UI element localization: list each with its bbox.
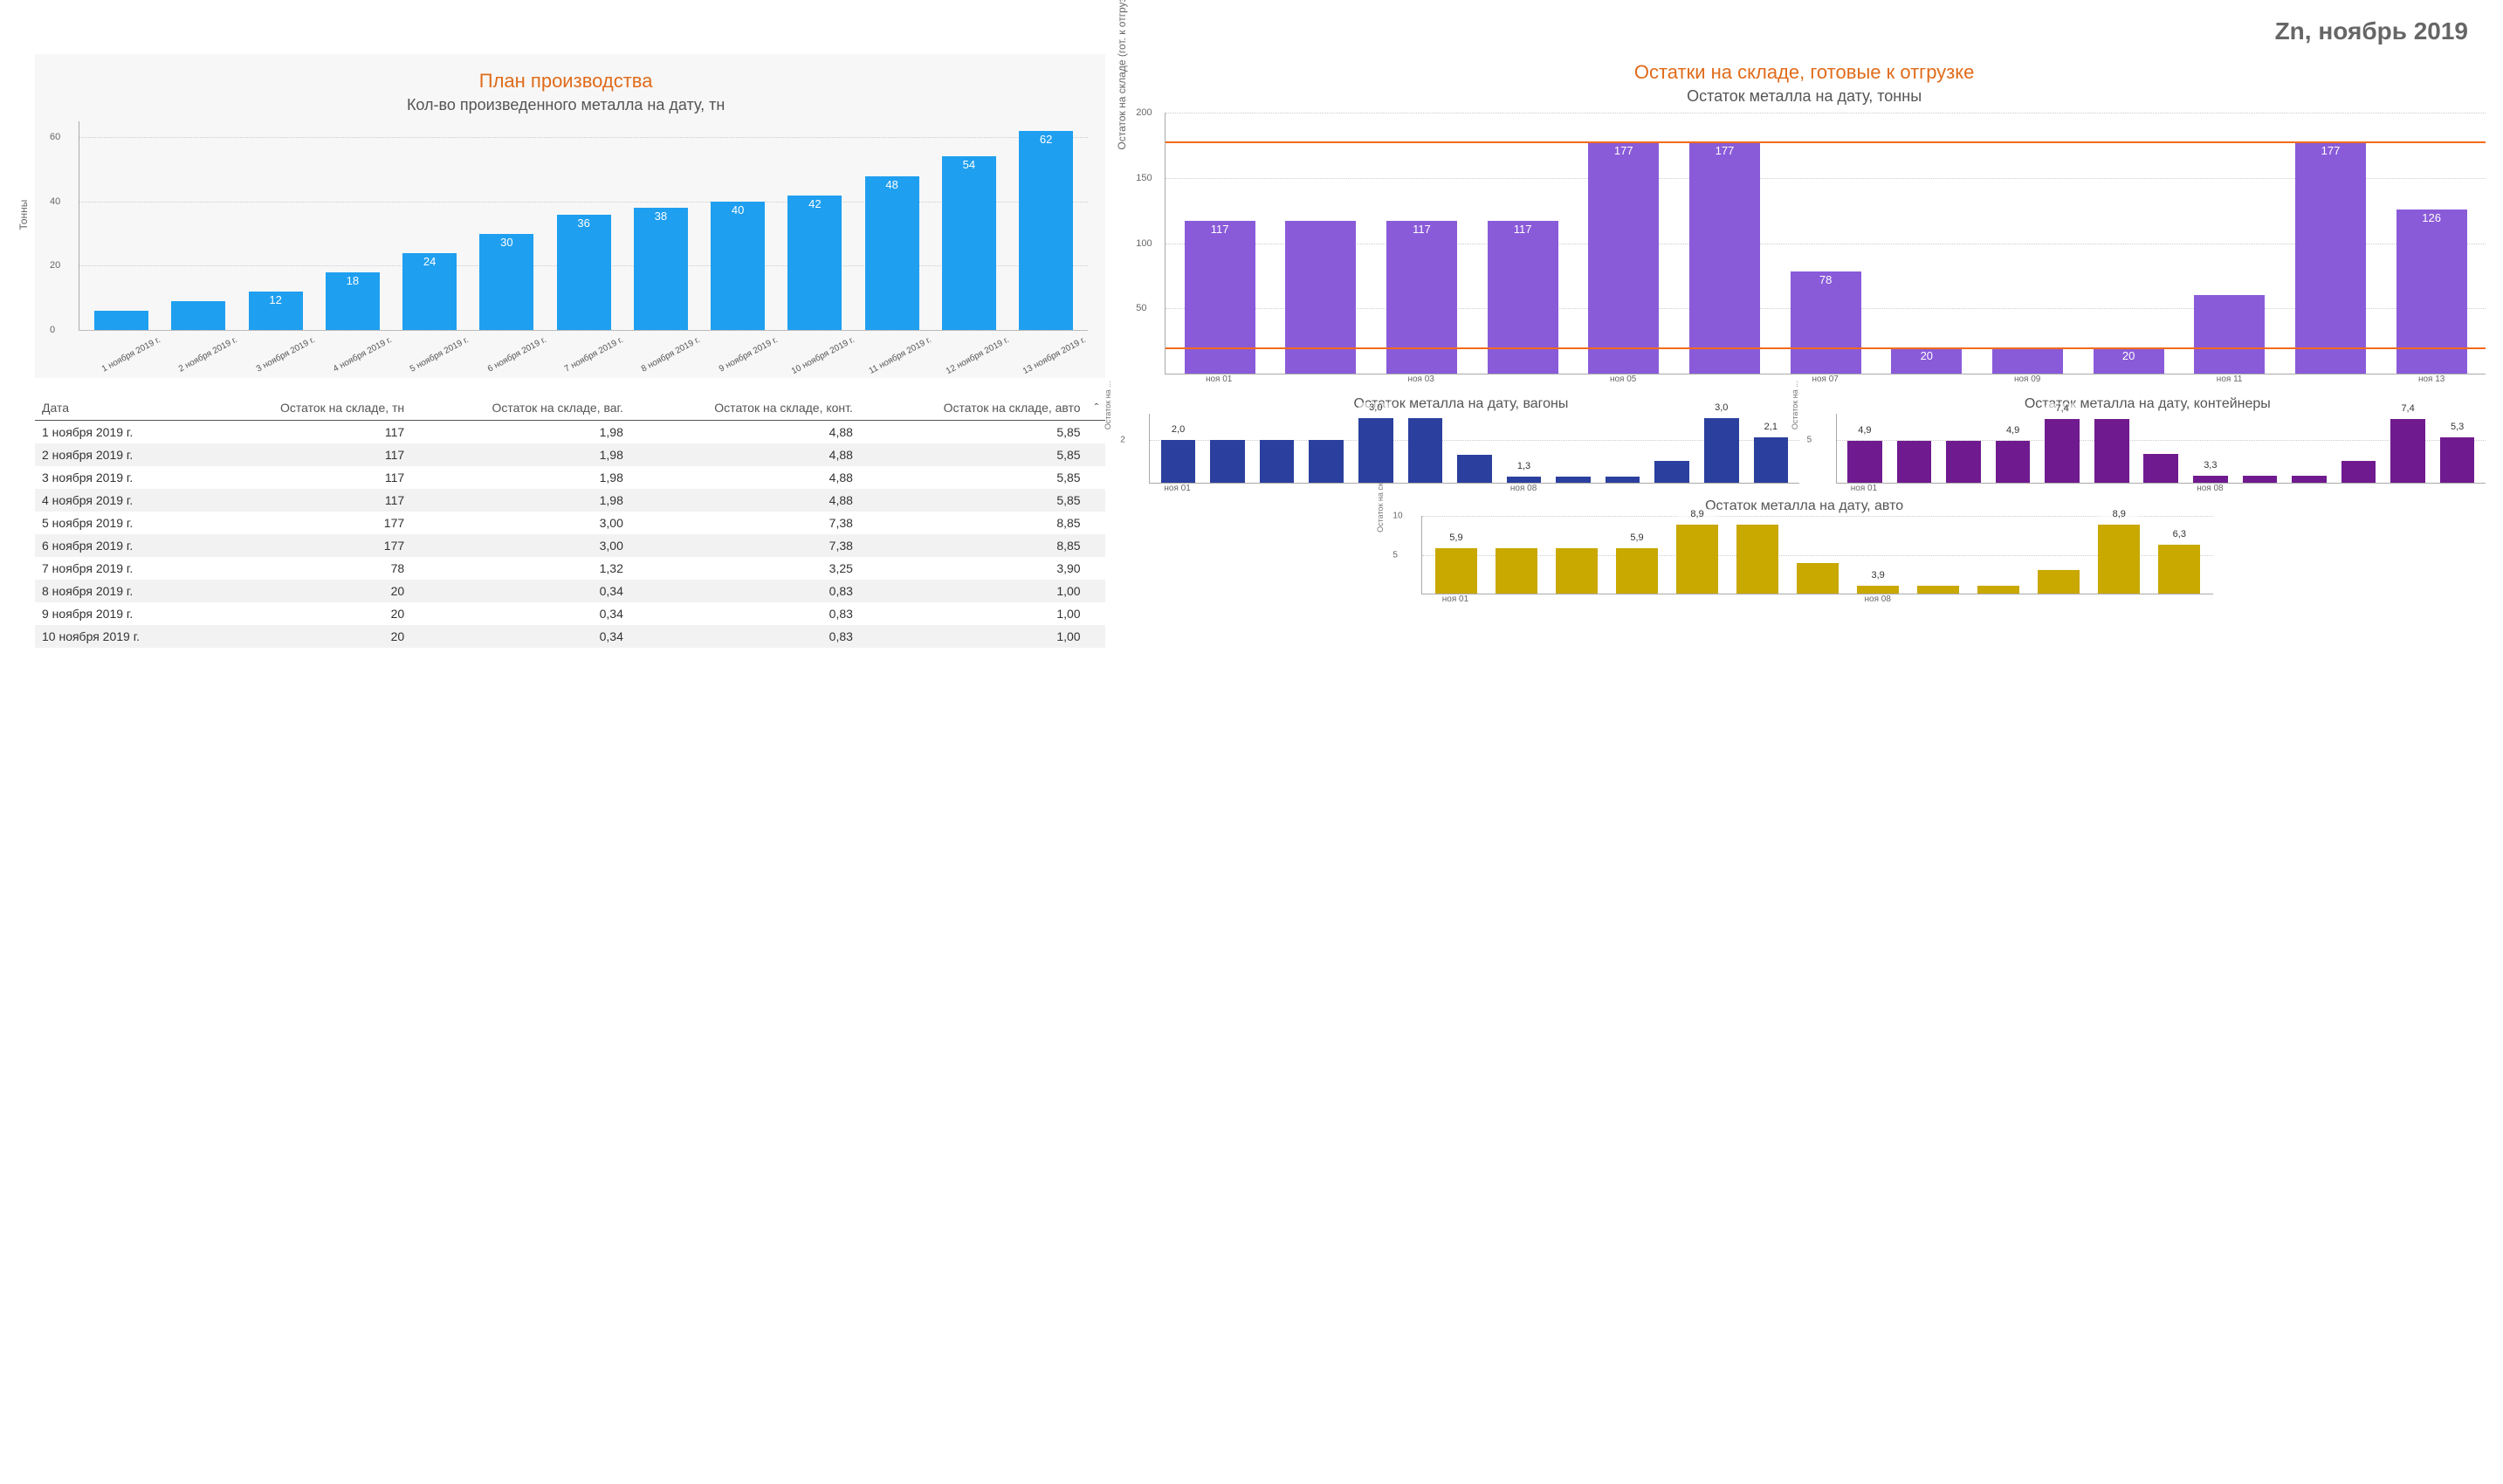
bar[interactable] <box>1556 548 1598 594</box>
bar[interactable] <box>171 301 225 330</box>
table-row[interactable]: 3 ноября 2019 г.1171,984,885,85 <box>35 466 1105 489</box>
stock-table[interactable]: Дата Остаток на складе, тн Остаток на ск… <box>35 395 1105 648</box>
bar[interactable]: 3,0 <box>1358 418 1393 483</box>
bar[interactable]: 54 <box>942 156 996 330</box>
table-row[interactable]: 1 ноября 2019 г.1171,984,885,85 <box>35 421 1105 444</box>
bar[interactable]: 12 <box>249 292 303 330</box>
bar[interactable] <box>1917 586 1959 594</box>
bar[interactable] <box>2194 295 2265 374</box>
bar[interactable]: 2,1 <box>1754 437 1789 483</box>
production-panel: План производства Кол-во произведенного … <box>35 54 1105 378</box>
bar[interactable] <box>1946 441 1981 483</box>
stock-ylabel: Остаток на складе (гот. к отгрузке) на э… <box>1116 0 1128 149</box>
bar[interactable]: 4,9 <box>1996 441 2031 483</box>
table-row[interactable]: 7 ноября 2019 г.781,323,253,90 <box>35 557 1105 580</box>
bar[interactable]: 2,0 <box>1161 440 1196 483</box>
bar[interactable] <box>2038 570 2080 594</box>
bar[interactable] <box>2243 476 2278 483</box>
bar[interactable] <box>1210 440 1245 483</box>
table-row[interactable]: 6 ноября 2019 г.1773,007,388,85 <box>35 534 1105 557</box>
stock-heading: Остатки на складе, готовые к отгрузке <box>1123 61 2486 84</box>
bar[interactable]: 3,9 <box>1857 586 1899 594</box>
bar[interactable] <box>1606 477 1640 483</box>
bar[interactable]: 3,3 <box>2193 476 2228 483</box>
bar[interactable] <box>1897 441 1932 483</box>
bar[interactable]: 117 <box>1488 221 1558 374</box>
bar[interactable]: 18 <box>326 272 380 330</box>
bar[interactable]: 20 <box>2094 347 2164 374</box>
stock-subtitle: Остаток металла на дату, тонны <box>1123 87 2486 106</box>
bar[interactable] <box>1457 455 1492 483</box>
bar[interactable] <box>1556 477 1591 483</box>
bar[interactable] <box>1285 221 1356 374</box>
bar[interactable] <box>1992 347 2063 374</box>
page-title: Zn, ноябрь 2019 <box>35 17 2468 45</box>
bar[interactable]: 5,9 <box>1616 548 1658 594</box>
production-chart[interactable]: 02040601218243036384042485462 <box>79 121 1088 331</box>
bar[interactable]: 30 <box>479 234 533 330</box>
bar[interactable] <box>1977 586 2019 594</box>
containers-chart[interactable]: 54,94,97,43,37,45,3 <box>1836 414 2486 484</box>
production-ylabel: Тонны <box>17 200 30 230</box>
bar[interactable]: 177 <box>2295 142 2366 374</box>
th-avto[interactable]: Остаток на складе, авто <box>860 395 1088 421</box>
bar[interactable]: 40 <box>711 202 765 330</box>
auto-ylabel: Остаток на ск... <box>1376 476 1385 532</box>
bar[interactable] <box>1654 461 1689 483</box>
bar[interactable]: 3,0 <box>1704 418 1739 483</box>
bar[interactable]: 177 <box>1588 142 1659 374</box>
containers-title: Остаток металла на дату, контейнеры <box>1810 396 2486 412</box>
auto-chart[interactable]: 5105,95,98,93,98,96,3 <box>1421 516 2212 594</box>
bar[interactable]: 8,9 <box>2098 525 2140 594</box>
bar[interactable]: 20 <box>1891 347 1962 374</box>
th-date[interactable]: Дата <box>35 395 203 421</box>
bar[interactable]: 7,4 <box>2045 419 2080 483</box>
table-row[interactable]: 8 ноября 2019 г.200,340,831,00 <box>35 580 1105 602</box>
bar[interactable] <box>94 311 148 330</box>
bar[interactable]: 117 <box>1185 221 1255 374</box>
bar[interactable]: 7,4 <box>2390 419 2425 483</box>
auto-title: Остаток металла на дату, авто <box>1395 498 2212 514</box>
bar[interactable] <box>1309 440 1344 483</box>
wagons-ylabel: Остаток на ... <box>1104 381 1112 429</box>
table-row[interactable]: 5 ноября 2019 г.1773,007,388,85 <box>35 512 1105 534</box>
bar[interactable]: 6,3 <box>2158 545 2200 594</box>
bar[interactable]: 38 <box>634 208 688 330</box>
bar[interactable]: 8,9 <box>1676 525 1718 594</box>
production-subtitle: Кол-во произведенного металла на дату, т… <box>44 96 1088 114</box>
bar[interactable] <box>2094 419 2129 483</box>
bar[interactable]: 62 <box>1019 131 1073 330</box>
bar[interactable]: 117 <box>1386 221 1457 374</box>
bar[interactable] <box>1736 525 1778 594</box>
bar[interactable] <box>1496 548 1537 594</box>
bar[interactable]: 177 <box>1689 142 1760 374</box>
table-row[interactable]: 4 ноября 2019 г.1171,984,885,85 <box>35 489 1105 512</box>
bar[interactable]: 24 <box>402 253 457 330</box>
bar[interactable]: 48 <box>865 176 919 330</box>
bar[interactable]: 5,9 <box>1435 548 1477 594</box>
bar[interactable]: 36 <box>557 215 611 330</box>
bar[interactable]: 78 <box>1791 271 1861 374</box>
bar[interactable] <box>1408 418 1443 483</box>
th-kont[interactable]: Остаток на складе, конт. <box>630 395 860 421</box>
bar[interactable] <box>2292 476 2327 483</box>
bar[interactable]: 42 <box>787 196 842 330</box>
th-tn[interactable]: Остаток на складе, тн <box>203 395 411 421</box>
bar[interactable]: 5,3 <box>2440 437 2475 483</box>
wagons-title: Остаток металла на дату, вагоны <box>1123 396 1798 412</box>
bar[interactable] <box>2143 454 2178 483</box>
bar[interactable]: 4,9 <box>1847 441 1882 483</box>
stock-tons-chart[interactable]: 50100150200117117117177177782020177126 <box>1165 113 2486 374</box>
bar[interactable] <box>2341 461 2376 483</box>
wagons-chart[interactable]: 22,03,01,33,02,1 <box>1149 414 1798 484</box>
table-row[interactable]: 9 ноября 2019 г.200,340,831,00 <box>35 602 1105 625</box>
bar[interactable]: 1,3 <box>1507 477 1542 483</box>
table-row[interactable]: 2 ноября 2019 г.1171,984,885,85 <box>35 443 1105 466</box>
bar[interactable] <box>1260 440 1295 483</box>
production-heading: План производства <box>44 70 1088 93</box>
table-row[interactable]: 10 ноября 2019 г.200,340,831,00 <box>35 625 1105 648</box>
bar[interactable] <box>1797 563 1839 594</box>
th-vag[interactable]: Остаток на складе, ваг. <box>411 395 630 421</box>
